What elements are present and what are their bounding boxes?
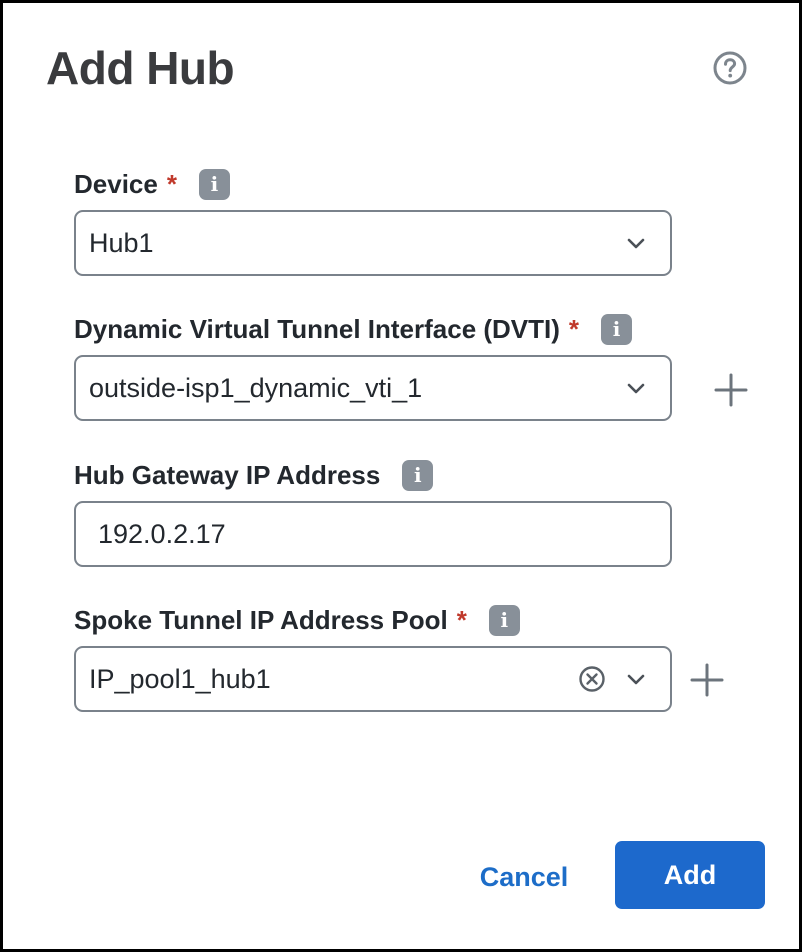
add-button[interactable]: Add [615,841,765,909]
device-select[interactable]: Hub1 [74,210,672,276]
pool-label: Spoke Tunnel IP Address Pool [74,605,448,635]
add-pool-plus-icon[interactable] [689,662,725,698]
help-icon[interactable] [713,51,747,85]
dialog-title: Add Hub [46,42,235,94]
chevron-down-icon[interactable] [624,376,648,400]
cancel-button[interactable]: Cancel [473,848,575,906]
dvti-select[interactable]: outside-isp1_dynamic_vti_1 [74,355,672,421]
gateway-label-row: Hub Gateway IP Address i [74,460,434,491]
dvti-label: Dynamic Virtual Tunnel Interface (DVTI) [74,314,560,344]
info-icon[interactable]: i [198,169,230,200]
info-icon[interactable]: i [601,314,633,345]
info-icon[interactable]: i [402,460,434,491]
chevron-down-icon[interactable] [624,667,648,691]
device-label-row: Device * i [74,169,230,200]
gateway-ip-value: 192.0.2.17 [98,518,226,549]
device-select-value: Hub1 [89,227,154,258]
dvti-label-row: Dynamic Virtual Tunnel Interface (DVTI) … [74,314,633,345]
pool-label-row: Spoke Tunnel IP Address Pool * i [74,605,520,636]
pool-select-value: IP_pool1_hub1 [89,663,271,694]
gateway-ip-input[interactable]: 192.0.2.17 [74,501,672,567]
add-hub-dialog: Add Hub Device * i Hub1 Dynamic Virtual … [3,3,799,949]
required-marker: * [568,314,580,344]
pool-select[interactable]: IP_pool1_hub1 [74,646,672,712]
required-marker: * [166,169,177,199]
add-dvti-plus-icon[interactable] [713,372,749,408]
gateway-label: Hub Gateway IP Address [74,460,381,490]
device-label: Device [74,169,158,199]
dvti-select-value: outside-isp1_dynamic_vti_1 [89,372,423,403]
chevron-down-icon[interactable] [624,231,648,255]
clear-icon[interactable] [578,665,606,693]
info-icon[interactable]: i [488,605,520,636]
required-marker: * [456,605,467,635]
